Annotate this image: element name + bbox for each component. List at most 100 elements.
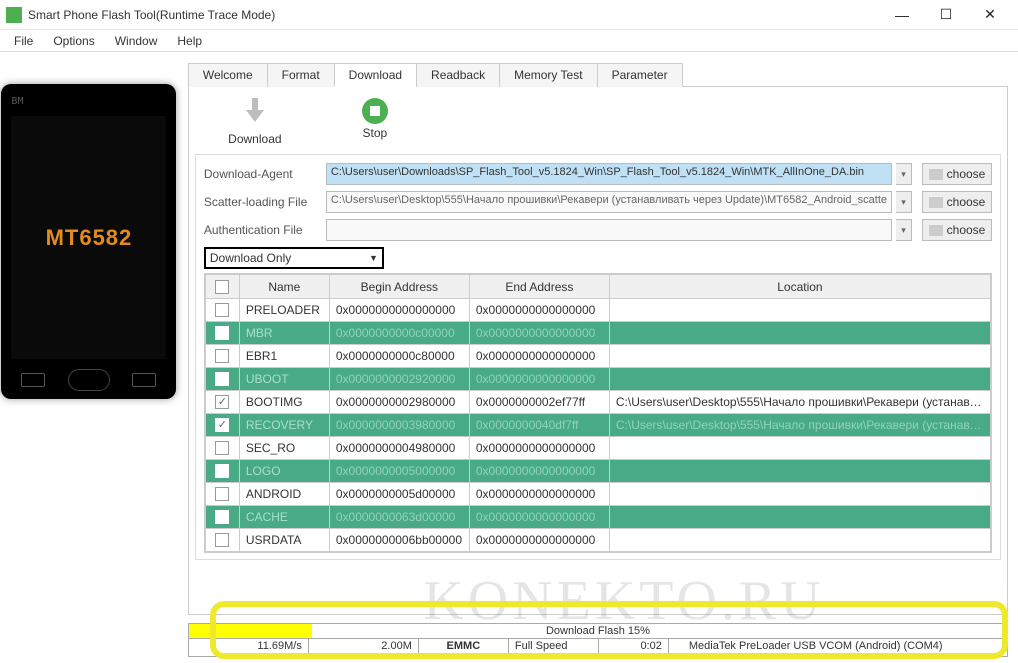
- row-checkbox[interactable]: [215, 418, 229, 432]
- check-all[interactable]: [215, 280, 229, 294]
- menu-window[interactable]: Window: [105, 32, 168, 50]
- stop-button-label: Stop: [363, 126, 388, 140]
- titlebar: Smart Phone Flash Tool(Runtime Trace Mod…: [0, 0, 1018, 30]
- phone-screen: MT6582: [11, 116, 166, 359]
- cell-end: 0x0000000000000000: [469, 299, 609, 322]
- maximize-button[interactable]: ☐: [924, 0, 968, 30]
- table-row[interactable]: MBR0x0000000000c000000x0000000000000000: [205, 322, 990, 345]
- tab-parameter[interactable]: Parameter: [597, 63, 683, 87]
- tab-welcome[interactable]: Welcome: [188, 63, 268, 87]
- cell-begin: 0x0000000005000000: [329, 460, 469, 483]
- cell-name: ANDROID: [239, 483, 329, 506]
- download-mode-combo[interactable]: Download Only▼: [204, 247, 384, 269]
- th-check[interactable]: [205, 275, 239, 299]
- cell-begin: 0x0000000003980000: [329, 414, 469, 437]
- table-row[interactable]: RECOVERY0x00000000039800000x0000000040df…: [205, 414, 990, 437]
- window-title: Smart Phone Flash Tool(Runtime Trace Mod…: [28, 8, 880, 22]
- da-dropdown[interactable]: ▾: [896, 163, 912, 185]
- row-checkbox[interactable]: [215, 372, 229, 386]
- th-location[interactable]: Location: [609, 275, 990, 299]
- row-checkbox[interactable]: [215, 303, 229, 317]
- row-checkbox[interactable]: [215, 395, 229, 409]
- menu-help[interactable]: Help: [167, 32, 212, 50]
- window-buttons: — ☐ ✕: [880, 0, 1012, 30]
- table-row[interactable]: USRDATA0x0000000006bb000000x000000000000…: [205, 529, 990, 552]
- cell-location: [609, 368, 990, 391]
- stat-device: MediaTek PreLoader USB VCOM (Android) (C…: [669, 639, 1007, 656]
- row-checkbox[interactable]: [215, 441, 229, 455]
- table-row[interactable]: LOGO0x00000000050000000x0000000000000000: [205, 460, 990, 483]
- cell-location: C:\Users\user\Desktop\555\Начало прошивк…: [609, 391, 990, 414]
- tab-format[interactable]: Format: [267, 63, 335, 87]
- minimize-button[interactable]: —: [880, 0, 924, 30]
- tab-memory-test[interactable]: Memory Test: [499, 63, 597, 87]
- folder-icon: [929, 225, 943, 236]
- scatter-choose-button[interactable]: choose: [922, 191, 992, 213]
- stop-icon: [362, 98, 388, 124]
- cell-end: 0x0000000000000000: [469, 345, 609, 368]
- stat-speed: 11.69M/s: [189, 639, 309, 656]
- row-checkbox[interactable]: [215, 510, 229, 524]
- scatter-dropdown[interactable]: ▾: [896, 191, 912, 213]
- stat-size: 2.00M: [309, 639, 419, 656]
- cell-location: [609, 483, 990, 506]
- download-arrow-icon: [239, 95, 271, 130]
- tab-download[interactable]: Download: [334, 63, 417, 87]
- table-row[interactable]: PRELOADER0x00000000000000000x00000000000…: [205, 299, 990, 322]
- auth-choose-button[interactable]: choose: [922, 219, 992, 241]
- row-checkbox[interactable]: [215, 326, 229, 340]
- da-field[interactable]: C:\Users\user\Downloads\SP_Flash_Tool_v5…: [326, 163, 892, 185]
- th-name[interactable]: Name: [239, 275, 329, 299]
- th-begin[interactable]: Begin Address: [329, 275, 469, 299]
- close-button[interactable]: ✕: [968, 0, 1012, 30]
- scatter-field[interactable]: C:\Users\user\Desktop\555\Начало прошивк…: [326, 191, 892, 213]
- choose-label: choose: [947, 167, 986, 181]
- toolbar: Download Stop: [195, 93, 1001, 154]
- table-row[interactable]: CACHE0x0000000063d000000x000000000000000…: [205, 506, 990, 529]
- cell-begin: 0x0000000002920000: [329, 368, 469, 391]
- th-end[interactable]: End Address: [469, 275, 609, 299]
- cell-begin: 0x0000000000c80000: [329, 345, 469, 368]
- cell-location: [609, 299, 990, 322]
- cell-name: SEC_RO: [239, 437, 329, 460]
- table-row[interactable]: EBR10x0000000000c800000x0000000000000000: [205, 345, 990, 368]
- table-row[interactable]: BOOTIMG0x00000000029800000x0000000002ef7…: [205, 391, 990, 414]
- table-row[interactable]: UBOOT0x00000000029200000x000000000000000…: [205, 368, 990, 391]
- phone-bm-label: BM: [11, 96, 23, 107]
- table-row[interactable]: ANDROID0x0000000005d000000x0000000000000…: [205, 483, 990, 506]
- tab-strip: Welcome Format Download Readback Memory …: [188, 62, 1018, 86]
- row-checkbox[interactable]: [215, 349, 229, 363]
- download-panel: Download Stop Download-Agent C:\Users\us…: [188, 86, 1008, 615]
- stat-chip: EMMC: [419, 639, 509, 656]
- cell-name: UBOOT: [239, 368, 329, 391]
- chevron-down-icon: ▼: [369, 253, 378, 263]
- tab-readback[interactable]: Readback: [416, 63, 500, 87]
- folder-icon: [929, 197, 943, 208]
- app-icon: [6, 7, 22, 23]
- da-choose-button[interactable]: choose: [922, 163, 992, 185]
- cell-end: 0x0000000000000000: [469, 437, 609, 460]
- table-row[interactable]: SEC_RO0x00000000049800000x00000000000000…: [205, 437, 990, 460]
- cell-location: [609, 345, 990, 368]
- auth-dropdown[interactable]: ▾: [896, 219, 912, 241]
- auth-field[interactable]: [326, 219, 892, 241]
- cell-begin: 0x0000000002980000: [329, 391, 469, 414]
- cell-begin: 0x0000000063d00000: [329, 506, 469, 529]
- menu-options[interactable]: Options: [43, 32, 104, 50]
- row-checkbox[interactable]: [215, 487, 229, 501]
- phone-chip-label: MT6582: [46, 225, 133, 251]
- cell-begin: 0x0000000006bb00000: [329, 529, 469, 552]
- scatter-label: Scatter-loading File: [204, 195, 322, 209]
- menu-file[interactable]: File: [4, 32, 43, 50]
- stop-button[interactable]: Stop: [345, 95, 405, 146]
- row-checkbox[interactable]: [215, 533, 229, 547]
- da-label: Download-Agent: [204, 167, 322, 181]
- cell-location: [609, 437, 990, 460]
- cell-name: PRELOADER: [239, 299, 329, 322]
- cell-begin: 0x0000000000000000: [329, 299, 469, 322]
- stat-mode: Full Speed: [509, 639, 599, 656]
- stat-time: 0:02: [599, 639, 669, 656]
- download-button[interactable]: Download: [225, 95, 285, 146]
- row-checkbox[interactable]: [215, 464, 229, 478]
- cell-name: CACHE: [239, 506, 329, 529]
